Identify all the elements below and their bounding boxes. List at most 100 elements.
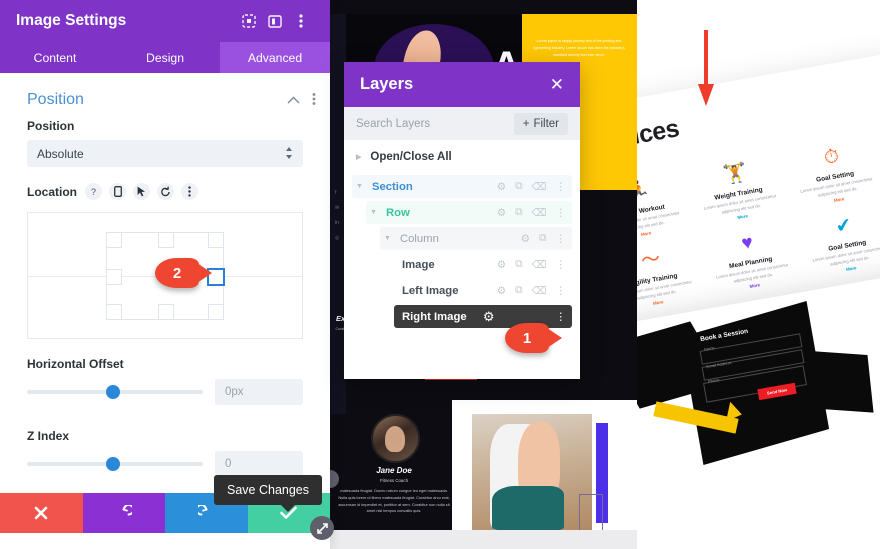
more-icon[interactable]: ⋮ [556, 207, 567, 219]
testimonial-avatar [371, 414, 420, 463]
close-icon[interactable]: ✕ [550, 75, 564, 95]
social-instagram-icon[interactable]: ◎ [335, 235, 339, 241]
location-field-header: Location ? [0, 167, 330, 206]
caret-down-icon[interactable]: ▼ [356, 183, 363, 190]
reset-icon[interactable] [157, 183, 174, 200]
cancel-button[interactable] [0, 493, 83, 533]
layer-row-image[interactable]: Image ⚙ ⧉ ⌫ ⋮ [394, 253, 572, 276]
callout-number: 2 [172, 264, 182, 282]
gear-icon[interactable]: ⚙ [497, 207, 506, 219]
position-select[interactable]: Absolute [27, 140, 303, 167]
z-index-label: Z Index [27, 429, 70, 443]
callout-marker-2: 2 [155, 258, 212, 288]
location-anchor-top-center[interactable] [158, 231, 174, 248]
location-anchor-top-right[interactable] [208, 231, 224, 248]
more-options-icon[interactable] [288, 8, 314, 34]
layer-label: Row [385, 206, 410, 219]
red-arrow-annotation [698, 30, 714, 108]
gear-icon[interactable]: ⚙ [497, 259, 506, 271]
filter-button[interactable]: + Filter [513, 112, 568, 135]
layers-title: Layers [360, 75, 414, 93]
social-linkedin-icon[interactable]: in [335, 220, 339, 226]
location-label: Location [27, 184, 77, 199]
more-icon[interactable]: ⋮ [556, 181, 567, 193]
more-icon[interactable]: ⋮ [556, 259, 567, 271]
layer-label: Column [399, 232, 439, 245]
layers-header: Layers ✕ [344, 62, 580, 107]
callout-number: 1 [522, 329, 532, 347]
chevron-updown-icon [285, 146, 293, 162]
duplicate-icon[interactable]: ⧉ [515, 180, 523, 193]
layer-label: Right Image [402, 310, 467, 323]
undo-button[interactable] [82, 493, 165, 533]
layer-row-section[interactable]: ▼ Section ⚙ ⧉ ⌫ ⋮ [352, 175, 572, 198]
horizontal-offset-input[interactable]: 0px [215, 379, 303, 405]
fullscreen-icon[interactable] [236, 8, 262, 34]
trash-icon[interactable]: ⌫ [532, 207, 547, 219]
layout-toggle-icon[interactable] [262, 8, 288, 34]
z-index-slider[interactable] [27, 457, 203, 471]
layer-row-row[interactable]: ▼ Row ⚙ ⧉ ⌫ ⋮ [366, 201, 572, 224]
open-close-all-label: Open/Close All [370, 151, 452, 163]
z-index-input[interactable]: 0 [215, 451, 303, 477]
horizontal-offset-field: Horizontal Offset 0px [0, 339, 330, 405]
gear-icon[interactable]: ⚙ [521, 233, 530, 245]
location-anchor-center-left[interactable] [106, 268, 122, 285]
position-field: Position Absolute [0, 119, 330, 167]
duplicate-icon[interactable]: ⧉ [515, 284, 523, 297]
chevron-up-icon[interactable] [287, 93, 300, 107]
layer-row-left-image[interactable]: Left Image ⚙ ⧉ ⌫ ⋮ [394, 279, 572, 302]
search-input[interactable]: Search Layers [356, 118, 514, 130]
responsive-icon[interactable] [109, 183, 126, 200]
hover-cursor-icon[interactable] [133, 183, 150, 200]
gear-icon[interactable]: ⚙ [483, 309, 495, 325]
location-anchor-top-left[interactable] [106, 231, 122, 248]
layer-row-column[interactable]: ▼ Column ⚙ ⧉ ⋮ [380, 227, 572, 250]
panel-resize-handle[interactable] [310, 516, 334, 540]
more-icon[interactable]: ⋮ [556, 233, 567, 245]
service-card: ✔ Goal Setting Lorem ipsum dolor sit ame… [796, 206, 880, 279]
help-icon[interactable]: ? [85, 183, 102, 200]
location-more-icon[interactable] [181, 183, 198, 200]
settings-tabs: Content Design Advanced [0, 42, 330, 73]
more-icon[interactable]: ⋮ [556, 285, 567, 297]
section-title: Position [27, 91, 84, 108]
section-header[interactable]: Position [0, 73, 330, 119]
trash-icon[interactable]: ⌫ [532, 259, 547, 271]
tab-advanced[interactable]: Advanced [220, 42, 330, 73]
position-value: Absolute [37, 146, 84, 161]
location-anchor-bottom-right[interactable] [208, 303, 224, 320]
position-label: Position [27, 119, 75, 133]
open-close-all-toggle[interactable]: ▶ Open/Close All [344, 140, 580, 172]
canvas-outlined-box [579, 494, 603, 532]
gear-icon[interactable]: ⚙ [497, 285, 506, 297]
section-more-icon[interactable] [312, 92, 316, 109]
horizontal-offset-knob[interactable] [106, 385, 121, 399]
testimonial-role: Fitness Coach [379, 478, 409, 483]
caret-down-icon[interactable]: ▼ [370, 209, 377, 216]
social-twitter-icon[interactable]: ✉ [335, 205, 339, 211]
location-anchor-bottom-center[interactable] [158, 303, 174, 320]
tab-design[interactable]: Design [110, 42, 220, 73]
location-anchor-bottom-left[interactable] [106, 303, 122, 320]
duplicate-icon[interactable]: ⧉ [515, 258, 523, 271]
trash-icon[interactable]: ⌫ [532, 285, 547, 297]
layer-label: Section [371, 180, 413, 193]
canvas-drag-handle[interactable] [330, 470, 339, 488]
layers-search-bar: Search Layers + Filter [344, 107, 580, 140]
social-facebook-icon[interactable]: f [335, 190, 336, 196]
z-index-knob[interactable] [106, 457, 121, 471]
save-changes-tooltip: Save Changes [214, 475, 323, 512]
caret-down-icon[interactable]: ▼ [384, 235, 391, 242]
duplicate-icon[interactable]: ⧉ [539, 232, 547, 245]
duplicate-icon[interactable]: ⧉ [515, 206, 523, 219]
trash-icon[interactable]: ⌫ [532, 181, 547, 193]
screenshot-root: rvices 🏃 Home Workout Lorem ipsum dolor … [0, 0, 880, 549]
page-title: Image Settings [16, 12, 127, 29]
more-icon[interactable]: ⋮ [556, 311, 567, 323]
gear-icon[interactable]: ⚙ [497, 181, 506, 193]
hero-paragraph: Lorem ipsum is simply dummy text of the … [533, 39, 625, 58]
horizontal-offset-slider[interactable] [27, 385, 203, 399]
layer-label: Image [402, 258, 435, 271]
tab-content[interactable]: Content [0, 42, 110, 73]
